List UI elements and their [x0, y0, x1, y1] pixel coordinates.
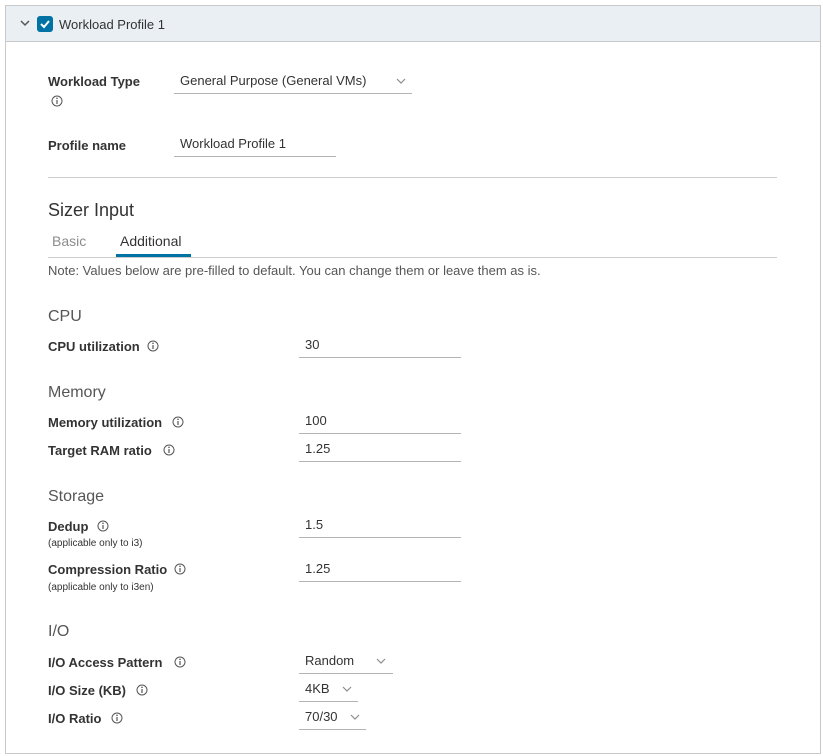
check-icon	[40, 20, 50, 29]
memory-utilization-label: Memory utilization	[48, 415, 163, 430]
io-ratio-value: 70/30	[305, 709, 338, 724]
io-ratio-label: I/O Ratio	[48, 711, 102, 726]
cpu-utilization-input[interactable]: 30	[299, 334, 461, 358]
profile-checkbox[interactable]	[37, 16, 53, 32]
memory-utilization-value: 100	[305, 413, 327, 428]
info-icon[interactable]	[172, 416, 184, 428]
section-divider	[48, 177, 777, 178]
io-access-pattern-label: I/O Access Pattern	[48, 655, 163, 670]
compression-sublabel: (applicable only to i3en)	[48, 582, 154, 593]
compression-ratio-value: 1.25	[305, 561, 331, 576]
io-access-pattern-value: Random	[305, 653, 355, 668]
cpu-utilization-label: CPU utilization	[48, 339, 140, 354]
panel-title: Workload Profile 1	[59, 17, 165, 32]
io-ratio-select[interactable]: 70/30	[299, 706, 366, 730]
info-icon[interactable]	[51, 95, 63, 107]
workload-type-label: Workload Type	[48, 74, 140, 89]
info-icon[interactable]	[97, 520, 109, 532]
workload-type-value: General Purpose (General VMs)	[180, 73, 367, 88]
io-heading: I/O	[48, 623, 70, 640]
dedup-value: 1.5	[305, 517, 324, 532]
io-size-select[interactable]: 4KB	[299, 678, 358, 702]
compression-ratio-label: Compression Ratio	[48, 562, 168, 577]
target-ram-ratio-value: 1.25	[305, 441, 331, 456]
storage-heading: Storage	[48, 488, 105, 505]
dedup-sublabel: (applicable only to i3)	[48, 538, 143, 549]
cpu-heading: CPU	[48, 308, 82, 325]
info-icon[interactable]	[136, 684, 148, 696]
info-icon[interactable]	[111, 712, 123, 724]
info-icon[interactable]	[174, 563, 186, 575]
profile-name-input[interactable]: Workload Profile 1	[174, 133, 336, 157]
target-ram-ratio-label: Target RAM ratio	[48, 443, 152, 458]
compression-ratio-input[interactable]: 1.25	[299, 558, 461, 582]
workload-type-select[interactable]: General Purpose (General VMs)	[174, 70, 412, 94]
chevron-down-icon	[350, 714, 360, 720]
panel-header[interactable]: Workload Profile 1	[6, 6, 820, 42]
chevron-down-icon[interactable]	[18, 16, 32, 30]
memory-utilization-input[interactable]: 100	[299, 410, 461, 434]
io-access-pattern-select[interactable]: Random	[299, 650, 393, 674]
info-icon[interactable]	[147, 340, 159, 352]
workload-profile-panel: Workload Profile 1	[5, 5, 821, 754]
chevron-down-icon	[342, 686, 352, 692]
profile-name-value: Workload Profile 1	[180, 136, 286, 151]
tab-basic[interactable]: Basic	[52, 233, 86, 249]
defaults-note: Note: Values below are pre-filled to def…	[48, 263, 541, 278]
io-size-value: 4KB	[305, 681, 330, 696]
target-ram-ratio-input[interactable]: 1.25	[299, 438, 461, 462]
info-icon[interactable]	[163, 444, 175, 456]
chevron-down-icon	[396, 78, 406, 84]
tabs-divider	[48, 257, 777, 258]
io-size-label: I/O Size (KB)	[48, 683, 127, 698]
cpu-utilization-value: 30	[305, 337, 320, 352]
memory-heading: Memory	[48, 384, 106, 401]
chevron-down-icon	[376, 658, 386, 664]
dedup-input[interactable]: 1.5	[299, 514, 461, 538]
dedup-label: Dedup	[48, 519, 89, 534]
profile-name-label: Profile name	[48, 138, 127, 153]
info-icon[interactable]	[174, 656, 186, 668]
sizer-input-title: Sizer Input	[48, 200, 135, 220]
tab-additional[interactable]: Additional	[120, 233, 182, 249]
